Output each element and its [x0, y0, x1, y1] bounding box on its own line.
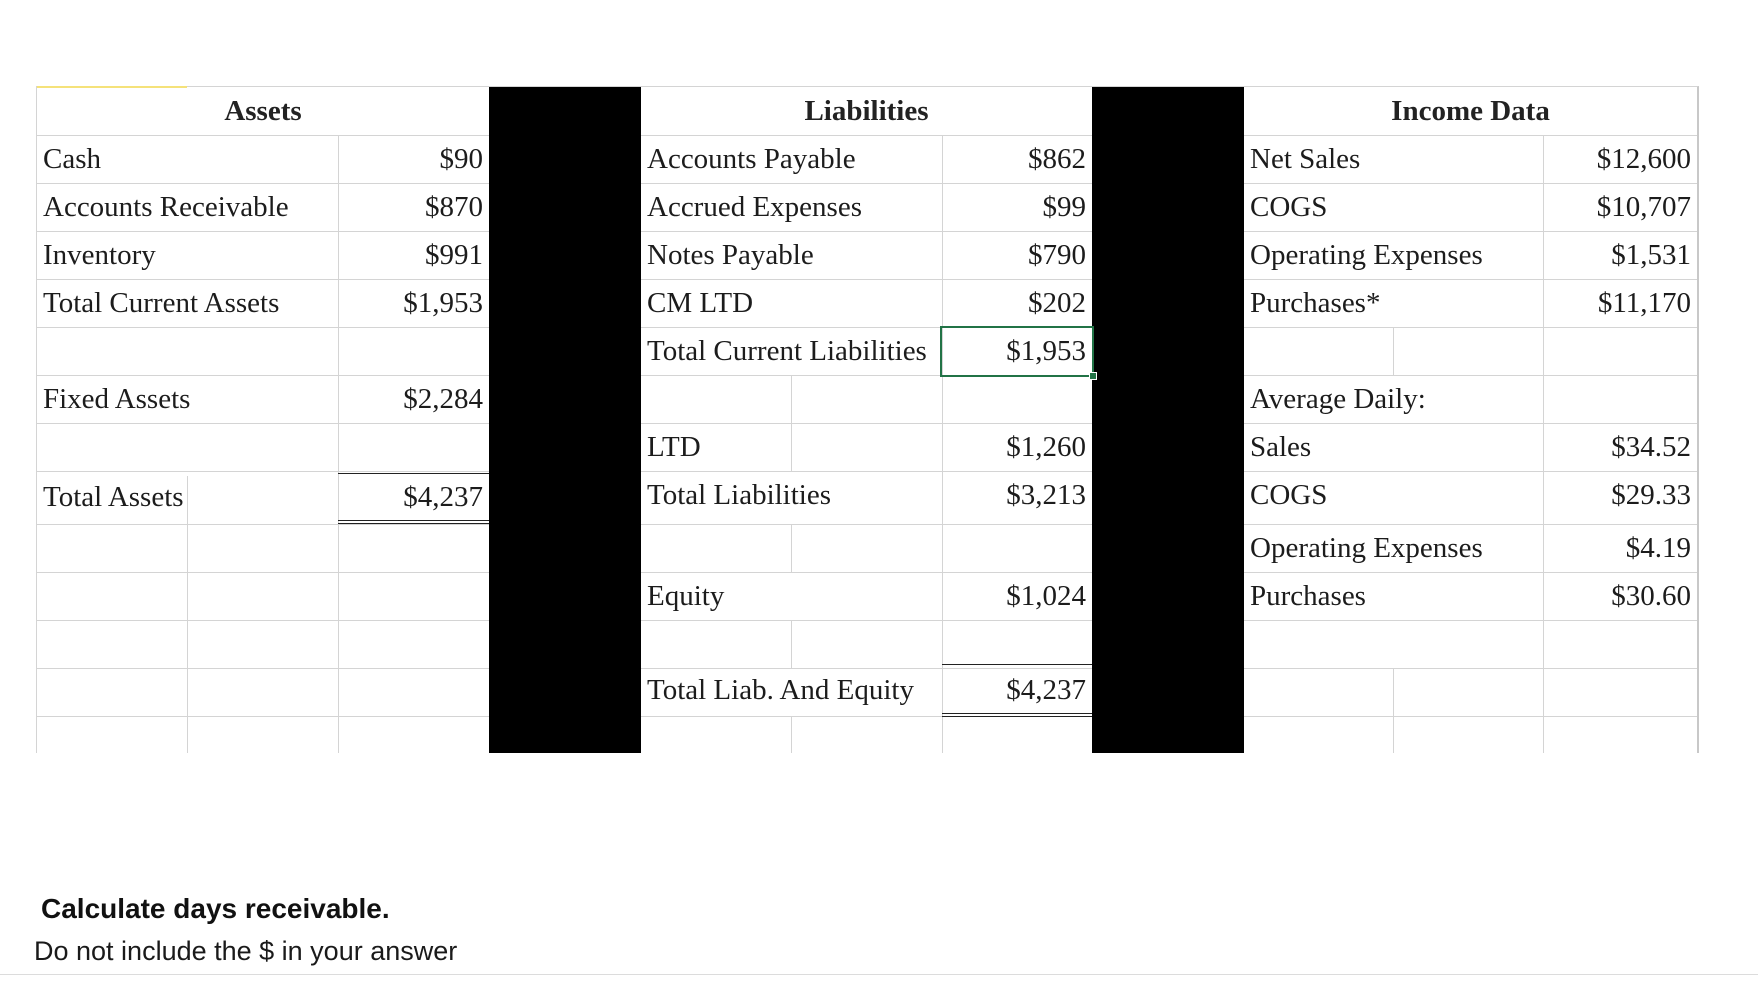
liabilities-header: Liabilities — [804, 95, 929, 127]
liability-label[interactable]: Total Current Liabilities — [641, 327, 942, 375]
fixed-assets-label[interactable]: Fixed Assets — [37, 375, 337, 423]
divider — [0, 974, 1758, 975]
asset-value[interactable]: $90 — [338, 135, 489, 183]
double-underline — [338, 520, 489, 524]
gridline — [791, 620, 792, 668]
liability-value[interactable]: $99 — [942, 183, 1092, 231]
redaction-bar — [489, 87, 641, 753]
daily-label[interactable]: Sales — [1244, 423, 1543, 471]
liability-value[interactable]: $862 — [942, 135, 1092, 183]
asset-label[interactable]: Cash — [37, 135, 337, 183]
fixed-assets-value[interactable]: $2,284 — [338, 375, 489, 423]
gridline — [37, 716, 1697, 717]
income-value[interactable]: $10,707 — [1543, 183, 1697, 231]
income-header: Income Data — [1391, 95, 1550, 127]
spreadsheet-image: Assets Cash $90 Accounts Receivable $870… — [36, 86, 1699, 753]
fill-handle[interactable] — [1089, 372, 1097, 380]
asset-value[interactable]: $991 — [338, 231, 489, 279]
gridline — [791, 716, 792, 753]
double-underline — [942, 713, 1092, 717]
income-value[interactable]: $11,170 — [1543, 279, 1697, 327]
daily-value[interactable]: $4.19 — [1543, 524, 1697, 572]
gridline — [1393, 327, 1394, 375]
average-daily-header[interactable]: Average Daily: — [1244, 375, 1690, 423]
daily-label[interactable]: Purchases — [1244, 572, 1543, 620]
sum-rule — [942, 664, 1092, 665]
daily-value[interactable]: $30.60 — [1543, 572, 1697, 620]
daily-label[interactable]: COGS — [1244, 471, 1543, 519]
income-label[interactable]: Operating Expenses — [1244, 231, 1543, 279]
assets-header: Assets — [224, 95, 302, 127]
asset-value[interactable]: $870 — [338, 183, 489, 231]
liability-label[interactable]: Accrued Expenses — [641, 183, 941, 231]
liability-value[interactable]: $202 — [942, 279, 1092, 327]
total-assets-value[interactable]: $4,237 — [338, 473, 489, 521]
income-label[interactable]: Purchases* — [1244, 279, 1543, 327]
income-value[interactable]: $1,531 — [1543, 231, 1697, 279]
equity-value[interactable]: $1,024 — [942, 572, 1092, 620]
daily-value[interactable]: $29.33 — [1543, 471, 1697, 519]
redaction-bar — [1092, 87, 1244, 753]
asset-label[interactable]: Inventory — [37, 231, 337, 279]
daily-label[interactable]: Operating Expenses — [1244, 524, 1543, 572]
gridline — [37, 620, 1697, 621]
income-label[interactable]: Net Sales — [1244, 135, 1543, 183]
answer-instruction: Do not include the $ in your answer — [34, 936, 458, 966]
total-liab-equity-label[interactable]: Total Liab. And Equity — [641, 666, 942, 714]
total-liab-equity-value[interactable]: $4,237 — [942, 666, 1092, 714]
liability-label[interactable]: Notes Payable — [641, 231, 941, 279]
income-value[interactable]: $12,600 — [1543, 135, 1697, 183]
income-label[interactable]: COGS — [1244, 183, 1543, 231]
gridline — [791, 524, 792, 572]
asset-value[interactable]: $1,953 — [338, 279, 489, 327]
asset-label[interactable]: Total Current Assets — [37, 279, 337, 327]
ltd-label[interactable]: LTD — [641, 423, 941, 471]
selected-cell[interactable] — [940, 326, 1094, 377]
total-assets-label[interactable]: Total Assets — [37, 473, 337, 521]
total-liabilities-label[interactable]: Total Liabilities — [641, 471, 941, 519]
liability-label[interactable]: CM LTD — [641, 279, 941, 327]
equity-label[interactable]: Equity — [641, 572, 941, 620]
liability-value[interactable]: $790 — [942, 231, 1092, 279]
question-prompt: Calculate days receivable. — [41, 893, 390, 924]
asset-label[interactable]: Accounts Receivable — [37, 183, 337, 231]
liability-label[interactable]: Accounts Payable — [641, 135, 941, 183]
ltd-value[interactable]: $1,260 — [942, 423, 1092, 471]
gridline — [1393, 668, 1394, 753]
total-liabilities-value[interactable]: $3,213 — [942, 471, 1092, 519]
daily-value[interactable]: $34.52 — [1543, 423, 1697, 471]
